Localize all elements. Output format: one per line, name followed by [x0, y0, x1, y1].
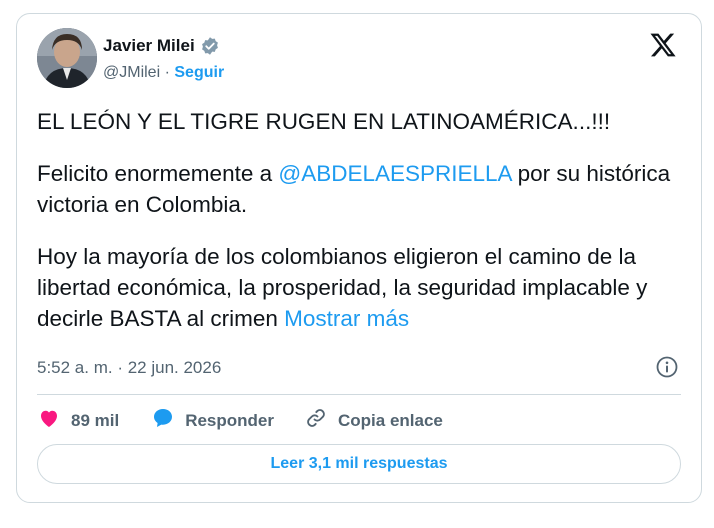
reply-button[interactable]: Responder — [151, 406, 274, 435]
info-icon[interactable] — [655, 355, 679, 379]
action-bar: 89 mil Responder Copia enlace — [37, 406, 443, 435]
copy-link-button[interactable]: Copia enlace — [304, 406, 443, 435]
divider — [37, 394, 681, 395]
tweet-card: Javier Milei @JMilei · Seguir EL LEÓN Y … — [16, 13, 702, 503]
like-button[interactable]: 89 mil — [37, 406, 119, 435]
verified-badge-icon — [200, 36, 220, 56]
author-name[interactable]: Javier Milei — [103, 36, 195, 56]
reply-bubble-icon — [151, 406, 175, 435]
tweet-paragraph-3: Hoy la mayoría de los colombianos eligie… — [37, 241, 687, 334]
mention-link[interactable]: @ABDELAESPRIELLA — [278, 161, 511, 186]
heart-icon — [37, 406, 61, 435]
tweet-paragraph-2: Felicito enormemente a @ABDELAESPRIELLA … — [37, 158, 687, 220]
author-handle[interactable]: @JMilei — [103, 64, 160, 81]
tweet-headline: EL LEÓN Y EL TIGRE RUGEN EN LATINOAMÉRIC… — [37, 109, 611, 134]
author-name-row: Javier Milei — [103, 36, 220, 56]
reply-label: Responder — [185, 410, 274, 430]
text-segment: Felicito enormemente a — [37, 161, 279, 186]
handle-row: @JMilei · Seguir — [103, 64, 224, 82]
separator-dot: · — [164, 64, 170, 81]
link-icon — [304, 406, 328, 435]
copy-link-label: Copia enlace — [338, 410, 443, 430]
timestamp[interactable]: 5:52 a. m. · 22 jun. 2026 — [37, 358, 221, 378]
show-more-link[interactable]: Mostrar más — [284, 306, 409, 331]
x-logo-icon[interactable] — [649, 31, 677, 59]
read-replies-button[interactable]: Leer 3,1 mil respuestas — [37, 444, 681, 484]
like-count: 89 mil — [71, 410, 120, 430]
avatar[interactable] — [37, 28, 97, 88]
follow-link[interactable]: Seguir — [174, 64, 224, 81]
tweet-text: EL LEÓN Y EL TIGRE RUGEN EN LATINOAMÉRIC… — [37, 106, 687, 334]
